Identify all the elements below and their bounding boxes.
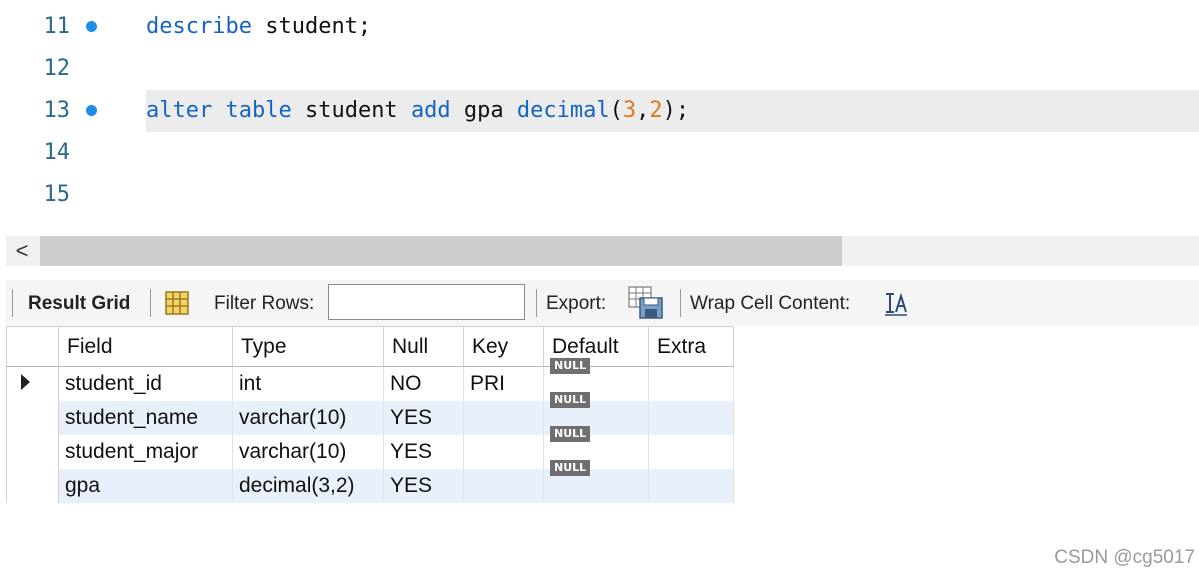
table-row[interactable]: student_name varchar(10) YES NULL	[6, 391, 734, 435]
cell-type[interactable]: varchar(10)	[232, 434, 384, 469]
cell-type[interactable]: int	[232, 366, 384, 401]
cell-type[interactable]: varchar(10)	[232, 400, 384, 435]
toolbar-separator	[12, 289, 13, 317]
export-save-icon[interactable]	[628, 286, 664, 320]
cell-null[interactable]: YES	[383, 400, 464, 435]
cell-key[interactable]: PRI	[463, 366, 544, 401]
result-grid-table: Field Type Null Key Default Extra studen…	[6, 326, 734, 503]
statement-marker-icon	[86, 105, 97, 116]
cell-key[interactable]	[463, 468, 544, 503]
code-text: describe student;	[146, 14, 372, 39]
table-row[interactable]: student_major varchar(10) YES NULL	[6, 425, 734, 469]
horizontal-scrollbar[interactable]: <	[6, 236, 1199, 266]
null-badge: NULL	[550, 391, 591, 408]
filter-rows-input[interactable]	[328, 284, 525, 320]
mysql-workbench-window: 11 describe student; 12 13 alter table s…	[0, 0, 1199, 575]
export-label: Export:	[546, 293, 607, 314]
cell-extra[interactable]	[648, 366, 734, 401]
cell-field[interactable]: student_major	[58, 434, 233, 469]
column-header-extra[interactable]: Extra	[648, 326, 734, 367]
toolbar-separator	[680, 289, 681, 317]
editor-line[interactable]: 14	[6, 132, 1199, 174]
editor-line[interactable]: 11 describe student;	[6, 6, 1199, 48]
scroll-left-arrow-icon[interactable]: <	[6, 236, 38, 266]
cell-null[interactable]: YES	[383, 434, 464, 469]
null-badge: NULL	[550, 425, 591, 442]
cell-extra[interactable]	[648, 434, 734, 469]
toolbar-separator	[536, 289, 537, 317]
watermark: CSDN @cg5017	[1054, 547, 1195, 568]
column-header-field[interactable]: Field	[58, 326, 233, 367]
wrap-cell-content-label: Wrap Cell Content:	[690, 293, 851, 314]
row-selector[interactable]	[6, 400, 59, 435]
null-badge: NULL	[550, 459, 591, 476]
toolbar-separator	[150, 289, 151, 317]
sql-editor[interactable]: 11 describe student; 12 13 alter table s…	[6, 6, 1199, 236]
cell-default[interactable]: NULL	[543, 459, 649, 503]
line-number: 15	[43, 182, 71, 207]
wrap-text-icon[interactable]	[884, 292, 908, 316]
cell-type[interactable]: decimal(3,2)	[232, 468, 384, 503]
editor-line[interactable]: 12	[6, 48, 1199, 90]
line-number: 13	[43, 98, 71, 123]
cell-extra[interactable]	[648, 400, 734, 435]
current-row-arrow-icon	[21, 373, 30, 390]
cell-extra[interactable]	[648, 468, 734, 503]
code-text: alter table student add gpa decimal(3,2)…	[146, 98, 690, 123]
editor-line[interactable]: 15	[6, 174, 1199, 216]
filter-rows-label: Filter Rows:	[214, 293, 315, 314]
result-toolbar: Result Grid Filter Rows: Export: Wrap Ce…	[6, 280, 1199, 326]
cell-field[interactable]: student_id	[58, 366, 233, 401]
statement-marker-icon	[86, 21, 97, 32]
cell-field[interactable]: student_name	[58, 400, 233, 435]
grid-view-icon[interactable]	[164, 290, 190, 316]
table-row[interactable]: student_id int NO PRI NULL	[6, 357, 734, 401]
cell-null[interactable]: YES	[383, 468, 464, 503]
result-grid-tab[interactable]: Result Grid	[28, 293, 130, 315]
cell-field[interactable]: gpa	[58, 468, 233, 503]
editor-line-current[interactable]: 13 alter table student add gpa decimal(3…	[6, 90, 1199, 132]
cell-null[interactable]: NO	[383, 366, 464, 401]
line-number: 12	[43, 56, 71, 81]
cell-key[interactable]	[463, 400, 544, 435]
table-row[interactable]: gpa decimal(3,2) YES NULL	[6, 459, 734, 503]
scrollbar-thumb[interactable]	[40, 236, 842, 266]
line-number: 11	[43, 14, 71, 39]
row-selector[interactable]	[6, 468, 59, 503]
column-header-null[interactable]: Null	[383, 326, 464, 367]
column-header-key[interactable]: Key	[463, 326, 544, 367]
row-selector[interactable]	[6, 366, 59, 401]
line-number: 14	[43, 140, 71, 165]
null-badge: NULL	[550, 357, 591, 374]
grid-header-row: Field Type Null Key Default Extra	[6, 326, 734, 367]
column-header-type[interactable]: Type	[232, 326, 384, 367]
cell-key[interactable]	[463, 434, 544, 469]
row-selector[interactable]	[6, 434, 59, 469]
row-selector-header	[6, 326, 59, 367]
